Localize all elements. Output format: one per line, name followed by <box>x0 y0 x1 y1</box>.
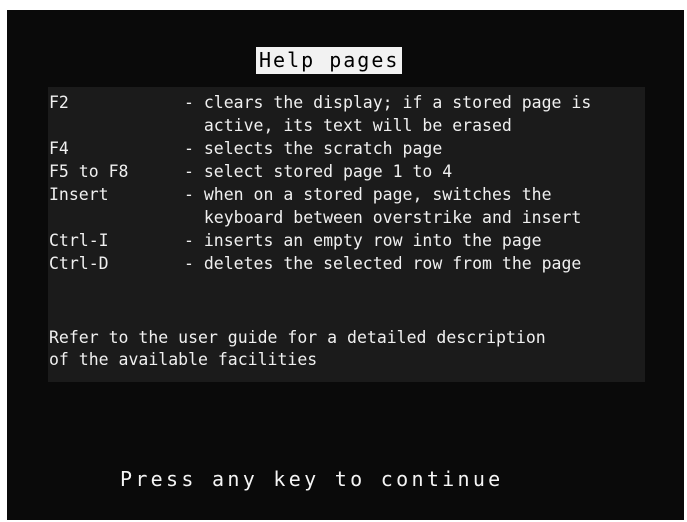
user-guide-note-line-2: of the available facilities <box>49 350 318 369</box>
shortcut-row-ctrl-i: Ctrl-I - inserts an empty row into the p… <box>7 229 684 252</box>
shortcut-row-f2-continued: active, its text will be erased <box>7 114 684 137</box>
shortcut-key: F5 to F8 <box>49 162 129 181</box>
shortcut-row-insert-continued: keyboard between overstrike and insert <box>7 206 684 229</box>
shortcut-key: F4 <box>49 139 69 158</box>
shortcut-description: - deletes the selected row from the page <box>184 254 582 273</box>
shortcut-description: - inserts an empty row into the page <box>184 231 542 250</box>
shortcut-description: - clears the display; if a stored page i… <box>184 93 592 112</box>
shortcut-row-f5-f8: F5 to F8 - select stored page 1 to 4 <box>7 160 684 183</box>
shortcut-description: keyboard between overstrike and insert <box>184 208 582 227</box>
user-guide-note-line-1: Refer to the user guide for a detailed d… <box>49 328 546 347</box>
shortcut-row-f2: F2 - clears the display; if a stored pag… <box>7 91 684 114</box>
help-screen[interactable]: Help pages F2 - clears the display; if a… <box>7 10 684 520</box>
shortcut-key: Ctrl-I <box>49 231 109 250</box>
shortcut-description: - select stored page 1 to 4 <box>184 162 453 181</box>
shortcut-description: - when on a stored page, switches the <box>184 185 552 204</box>
shortcut-key: Ctrl-D <box>49 254 109 273</box>
shortcut-description: active, its text will be erased <box>184 116 512 135</box>
continue-prompt: Press any key to continue <box>120 467 504 491</box>
shortcut-key: F2 <box>49 93 69 112</box>
shortcut-row-insert: Insert - when on a stored page, switches… <box>7 183 684 206</box>
page-title: Help pages <box>256 47 403 74</box>
shortcut-key: Insert <box>49 185 109 204</box>
shortcut-row-ctrl-d: Ctrl-D - deletes the selected row from t… <box>7 252 684 275</box>
shortcut-description: - selects the scratch page <box>184 139 443 158</box>
shortcut-row-f4: F4 - selects the scratch page <box>7 137 684 160</box>
